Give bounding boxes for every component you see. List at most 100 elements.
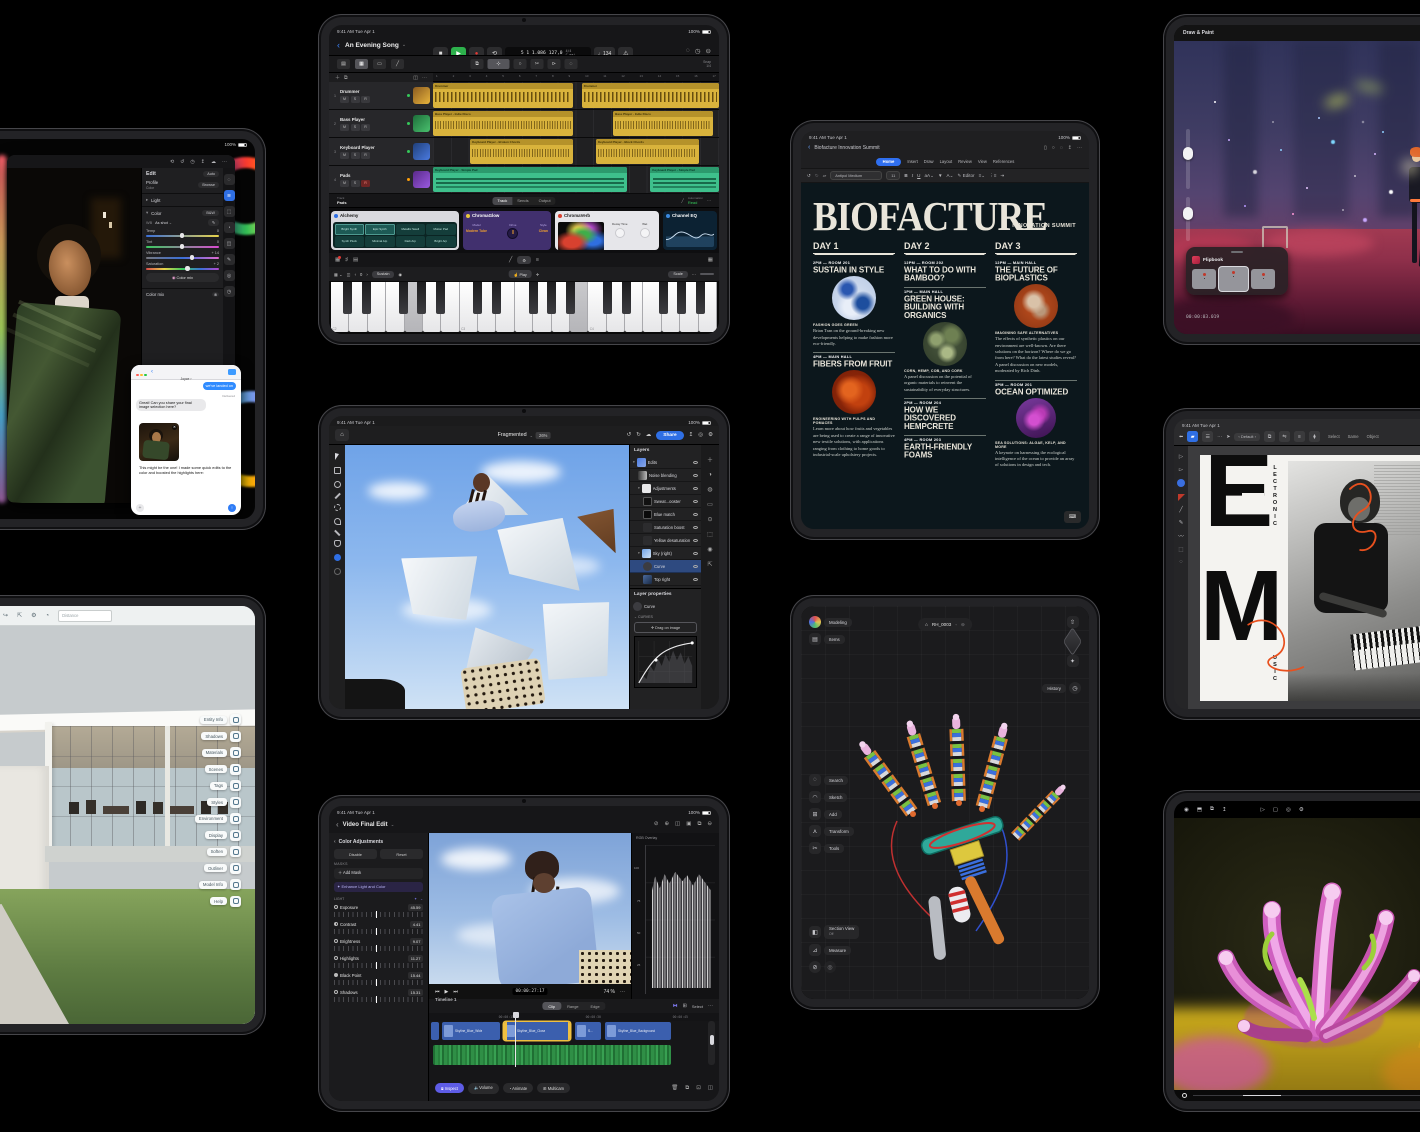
gradient-tool-icon[interactable] (334, 540, 341, 547)
slider-brightness[interactable]: Brightness9.07 (334, 938, 423, 952)
lasso-tool-icon[interactable] (334, 481, 341, 488)
region-drummer[interactable]: Drummer (433, 83, 573, 108)
visibility-icon[interactable] (693, 474, 698, 477)
move-tool-icon[interactable] (335, 453, 339, 460)
dismiss-keyboard-button[interactable]: ⌨ (1064, 511, 1081, 523)
region-bass[interactable]: Bass Player - Indie Disco (433, 111, 573, 136)
piano-black-key[interactable] (603, 282, 612, 314)
distance-field[interactable]: Distance (58, 610, 112, 622)
project-title[interactable]: Draw & Paint (1183, 30, 1214, 36)
layer-row[interactable]: ▾Edits (630, 456, 701, 469)
tab-references[interactable]: References (993, 159, 1014, 164)
light-section[interactable]: ▸Light (146, 197, 219, 203)
pencil-icon[interactable]: ╱ (509, 257, 512, 263)
select-button[interactable]: Select (692, 1004, 703, 1009)
record-enable-button[interactable]: R (361, 96, 370, 103)
video-call-icon[interactable] (228, 369, 236, 375)
indent-icon[interactable]: ⇥ (1000, 173, 1004, 179)
lightbulb-icon[interactable]: ○ (1052, 145, 1055, 151)
settings-gear-icon[interactable]: ⚙ (517, 256, 530, 264)
tab-draw[interactable]: Draw (924, 159, 934, 164)
sliders-icon[interactable]: ≡ (536, 257, 539, 263)
canvas[interactable] (345, 445, 629, 709)
plugin-power-icon[interactable] (466, 214, 470, 218)
highlighter-icon[interactable]: ▱ (823, 173, 827, 179)
slider-tint[interactable]: Tint0 (146, 240, 219, 248)
track-name[interactable]: Bass Player (340, 117, 404, 122)
brush-tool-icon[interactable]: ✎ (224, 254, 235, 265)
snap-setting[interactable]: Snap1/4 (703, 60, 711, 68)
bold-button[interactable]: B (904, 173, 907, 178)
tab-layout[interactable]: Layout (940, 159, 953, 164)
plugin-chromaverb[interactable]: ChromaVerb Decay Time Wet (555, 211, 659, 250)
button-entity-info[interactable]: Entity Info (200, 714, 241, 725)
preset-tile[interactable]: Synth Pluck (335, 236, 365, 247)
mute-button[interactable]: M (340, 180, 349, 187)
object-menu[interactable]: Object (1367, 434, 1379, 439)
more-icon[interactable]: ⋯ (708, 1003, 713, 1009)
cloud-icon[interactable]: ☁ (211, 159, 216, 165)
font-size-select[interactable]: 11 (886, 171, 900, 180)
items-icon[interactable]: ▤ (809, 633, 821, 645)
visibility-icon[interactable] (693, 513, 698, 516)
eyedropper-icon[interactable]: ╱ (1179, 507, 1182, 513)
select-tool-icon[interactable]: ▷ (1179, 454, 1183, 460)
preset-tile[interactable]: Minimal Arp (365, 236, 395, 247)
tab-view[interactable]: View (978, 159, 987, 164)
share-button[interactable]: Share (656, 431, 683, 440)
video-clip[interactable]: Skyline_Blue_Background (605, 1022, 671, 1040)
drums-icon[interactable] (413, 87, 430, 104)
export-icon[interactable]: ↥ (201, 159, 205, 165)
preset-tile[interactable]: Epic Synth (365, 224, 395, 235)
video-clip-selected[interactable]: Skyline_Blue_Close (504, 1022, 570, 1040)
preset-tile[interactable]: Dark Arp (396, 236, 426, 247)
plugin-alchemy[interactable]: Alchemy Bright Synth Epic Synth Metallic… (331, 211, 459, 250)
magic-icon[interactable]: ✦ (414, 897, 417, 901)
menu-icon[interactable]: ☰ (1202, 431, 1213, 442)
loop-indicator-icon[interactable] (1182, 1093, 1187, 1098)
document-page[interactable]: BIOFACTURE INNOVATION SUMMIT DAY 1 2PM —… (801, 183, 1089, 529)
solo-button[interactable]: S (351, 96, 360, 103)
bass-icon[interactable] (413, 115, 430, 132)
undo-icon[interactable]: ↺ (807, 173, 811, 179)
mute-button[interactable]: M (340, 124, 349, 131)
timeline-zoom-slider[interactable] (708, 1021, 715, 1065)
layer-row[interactable]: Yellow desaturation (630, 534, 701, 547)
export-icon[interactable]: ⇱ (17, 612, 22, 619)
drive-knob[interactable] (507, 228, 518, 239)
redo-icon[interactable]: ↪ (3, 612, 8, 619)
model-value[interactable]: Modern Tube (466, 229, 487, 233)
visibility-icon[interactable] (693, 552, 698, 555)
song-title[interactable]: An Evening Song (345, 42, 399, 49)
camera-icon[interactable]: ◎ (1286, 807, 1291, 813)
keyboard-icon[interactable] (413, 143, 430, 160)
solo-button[interactable]: S (351, 180, 360, 187)
isometric-icon[interactable]: ✦ (1067, 655, 1079, 667)
eraser-tool-icon[interactable] (334, 529, 340, 535)
piano-black-key[interactable] (399, 282, 408, 314)
piano-black-key[interactable] (547, 282, 556, 314)
record-icon[interactable]: ◉ (1184, 807, 1189, 813)
add-attachment-icon[interactable]: + (136, 504, 144, 512)
back-icon[interactable]: ‹ (337, 40, 340, 50)
eye-panel-icon[interactable]: ◉ (707, 546, 712, 553)
reset-button[interactable]: Reset (380, 849, 423, 859)
settings-gear-icon[interactable]: ⚙ (1299, 807, 1304, 813)
lens-tool-icon[interactable]: ◎ (224, 270, 235, 281)
document-title[interactable]: Fragmented (498, 432, 527, 438)
redo-icon[interactable]: ↻ (636, 432, 641, 438)
visibility-icon[interactable] (693, 461, 698, 464)
add-layer-icon[interactable]: ＋ (707, 455, 713, 464)
notes-icon[interactable]: ▤ (353, 257, 358, 263)
plugin-channel-eq[interactable]: Channel EQ (663, 211, 717, 250)
visibility-icon[interactable] (693, 539, 698, 542)
flipbook-frame-current[interactable] (1219, 267, 1248, 291)
solo-button[interactable]: S (351, 124, 360, 131)
timeline-scrubber[interactable] (1193, 1095, 1420, 1097)
mask-icon[interactable]: ◍ (707, 486, 712, 493)
presets-tool-icon[interactable]: ◫ (224, 238, 235, 249)
scale-button[interactable]: Scale (668, 271, 688, 278)
heal-tool-icon[interactable] (334, 504, 341, 511)
back-icon[interactable]: ‹ (808, 144, 810, 151)
tab-edge[interactable]: Edge (585, 1002, 606, 1010)
